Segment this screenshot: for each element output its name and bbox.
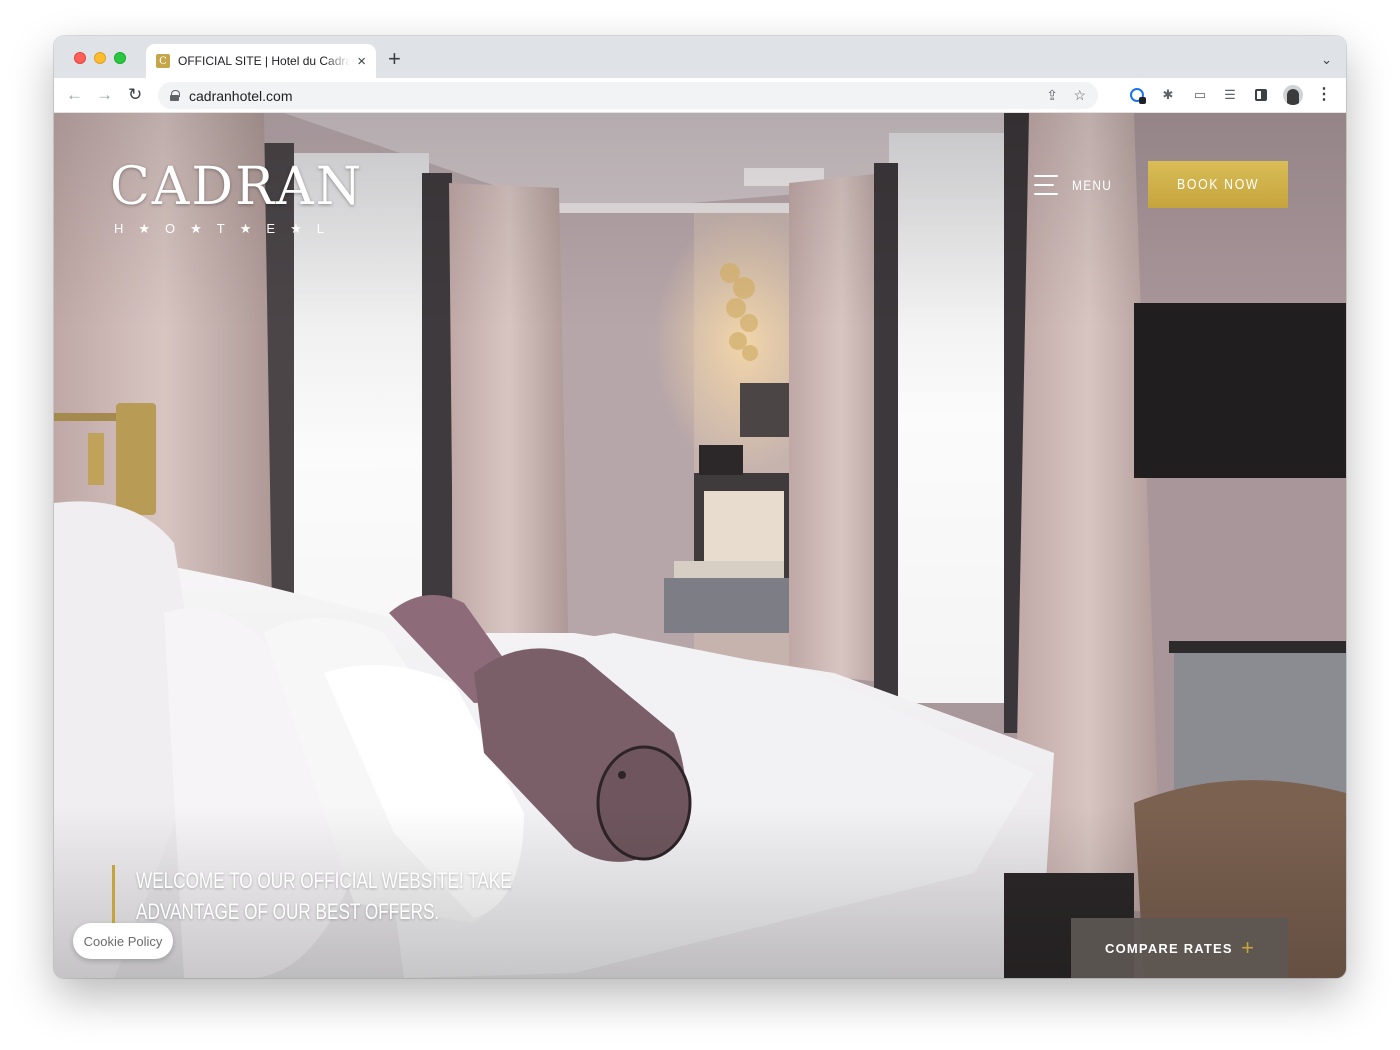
hero-section: CADRAN H★O★T★E★L MENU BOOK NOW Welcome t… xyxy=(54,113,1346,978)
address-bar[interactable]: cadranhotel.com ⇪ ☆ xyxy=(158,82,1098,109)
cookie-policy-label: Cookie Policy xyxy=(83,933,163,949)
share-icon[interactable]: ⇪ xyxy=(1046,82,1058,109)
book-now-button[interactable]: BOOK NOW xyxy=(1148,161,1288,208)
menu-label: MENU xyxy=(1072,177,1113,193)
back-arrow-icon[interactable]: ← xyxy=(66,84,83,106)
logo-subtitle: H★O★T★E★L xyxy=(114,221,339,236)
cookie-policy-button[interactable]: Cookie Policy xyxy=(73,923,173,959)
hotel-favicon-icon: C xyxy=(156,54,170,68)
close-tab-icon[interactable]: × xyxy=(357,54,366,69)
browser-menu-icon[interactable]: ⋮ xyxy=(1316,84,1332,106)
reload-icon[interactable]: ↻ xyxy=(128,84,142,106)
hotel-room-photo xyxy=(54,113,1346,978)
profile-avatar[interactable] xyxy=(1283,85,1303,105)
tab-title: OFFICIAL SITE | Hotel du Cadran xyxy=(178,54,350,68)
extensions-puzzle-icon[interactable]: ✱ xyxy=(1159,86,1177,104)
hamburger-icon xyxy=(1034,175,1058,195)
url-text[interactable]: cadranhotel.com xyxy=(189,88,293,104)
side-panel-icon[interactable] xyxy=(1252,86,1270,104)
compare-rates-button[interactable]: COMPARE RATES + xyxy=(1071,918,1288,978)
welcome-banner: Welcome to our official website! Take ad… xyxy=(112,865,582,927)
window-controls xyxy=(74,52,126,64)
compare-rates-label: COMPARE RATES xyxy=(1105,940,1233,956)
minimize-window-button[interactable] xyxy=(94,52,106,64)
book-now-label: BOOK NOW xyxy=(1176,176,1260,193)
bookmark-star-icon[interactable]: ☆ xyxy=(1073,82,1086,109)
close-window-button[interactable] xyxy=(74,52,86,64)
tab-search-icon[interactable]: ⌄ xyxy=(1321,52,1332,68)
cast-icon[interactable]: ▭ xyxy=(1191,86,1209,104)
welcome-text: Welcome to our official website! Take ad… xyxy=(136,868,512,924)
plus-icon: + xyxy=(1241,935,1254,960)
forward-arrow-icon[interactable]: → xyxy=(96,84,113,106)
new-tab-button[interactable]: + xyxy=(388,48,401,70)
browser-tab[interactable]: C OFFICIAL SITE | Hotel du Cadran × xyxy=(146,44,376,78)
maximize-window-button[interactable] xyxy=(114,52,126,64)
lock-icon[interactable] xyxy=(170,90,180,101)
logo-wordmark: CADRAN xyxy=(110,157,364,217)
reading-list-icon[interactable]: ☰ xyxy=(1221,86,1239,104)
browser-toolbar: ← → ↻ cadranhotel.com ⇪ ☆ ✱ ▭ ☰ ⋮ xyxy=(54,78,1346,113)
menu-button[interactable]: MENU xyxy=(1034,175,1119,195)
tab-strip: C OFFICIAL SITE | Hotel du Cadran × + ⌄ xyxy=(54,36,1346,78)
password-extension-icon[interactable] xyxy=(1128,86,1146,104)
hotel-logo[interactable]: CADRAN H★O★T★E★L xyxy=(110,161,363,237)
browser-window: C OFFICIAL SITE | Hotel du Cadran × + ⌄ … xyxy=(54,36,1346,978)
